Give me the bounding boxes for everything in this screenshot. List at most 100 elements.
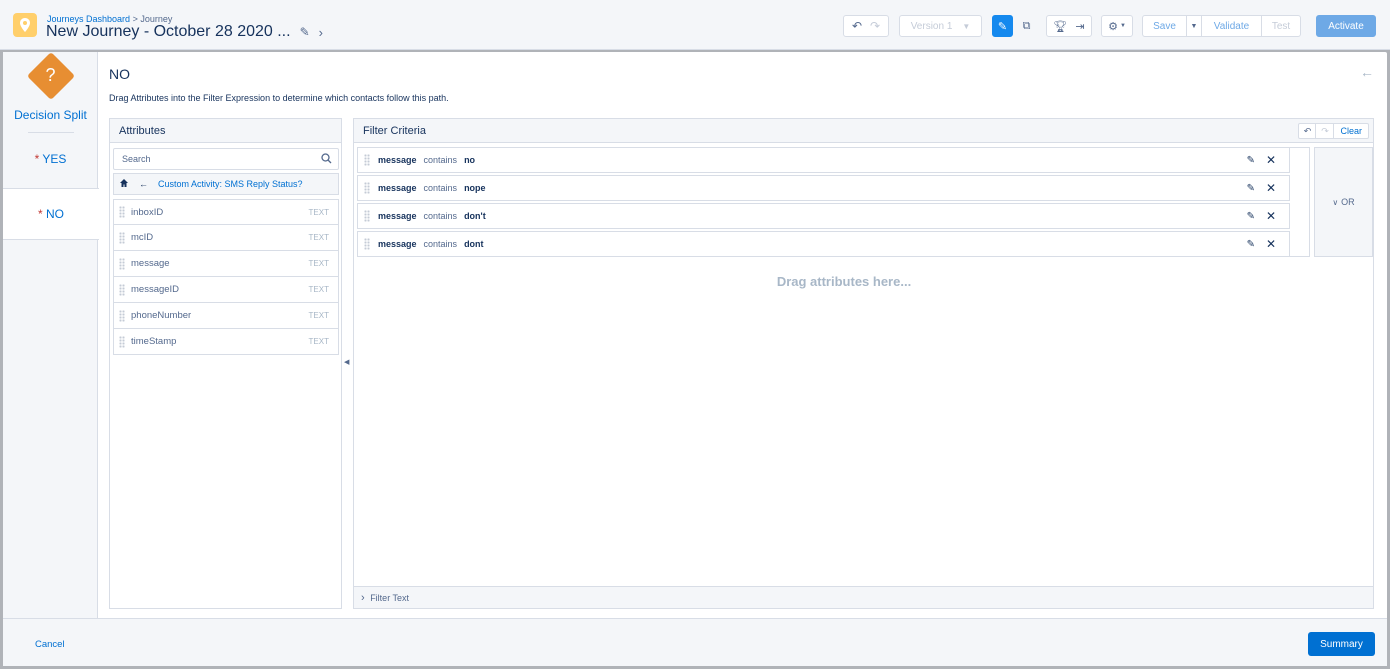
attribute-type: TEXT [308,311,329,320]
attribute-item[interactable]: timeStamp TEXT [113,329,339,355]
attribute-list: inboxID TEXT mcID TEXT message TEXT mess… [113,199,339,355]
copy-icon: ⧉ [1022,19,1031,32]
current-source-label[interactable]: Custom Activity: SMS Reply Status? [158,179,303,189]
redo-icon[interactable]: ↷ [1316,123,1335,139]
criteria-row[interactable]: message contains dont ✎ ✕ [357,231,1290,257]
filter-criteria-panel: Filter Criteria ↶ ↷ Clear message contai… [353,118,1374,609]
caret-down-icon: ▼ [1190,22,1198,30]
test-button[interactable]: Test [1261,15,1301,37]
save-options-button[interactable]: ▼ [1186,15,1202,37]
criteria-value: dont [464,239,484,249]
divider [28,132,74,133]
edit-pencil-icon[interactable]: ✎ [1247,183,1255,194]
criteria-operator: contains [423,183,458,193]
edit-title-icon[interactable]: ✎ [300,25,310,39]
drag-handle-icon[interactable] [364,238,370,250]
save-button[interactable]: Save [1142,15,1187,37]
remove-x-icon[interactable]: ✕ [1266,181,1276,195]
pencil-icon: ✎ [997,20,1008,33]
version-select[interactable]: Version 1 ▼ [899,15,982,37]
version-label: Version 1 [910,20,953,32]
attribute-item[interactable]: messageID TEXT [113,277,339,303]
criteria-row[interactable]: message contains no ✎ ✕ [357,147,1290,173]
collapse-panel-icon[interactable]: ◀ [344,358,349,366]
copy-button[interactable]: ⧉ [1016,15,1037,37]
journey-title: New Journey - October 28 2020 ... [46,23,291,40]
criteria-row[interactable]: message contains nope ✎ ✕ [357,175,1290,201]
attributes-header: Attributes [110,119,341,143]
validate-button[interactable]: Validate [1201,15,1262,37]
drag-handle-icon[interactable] [119,309,125,322]
back-arrow-icon[interactable]: ← [1360,64,1374,80]
criteria-group-spacer [1290,147,1310,257]
criteria-attribute: message [378,155,417,165]
undo-icon[interactable]: ↶ [1298,123,1317,139]
logic-operator-toggle[interactable]: ∨ OR [1314,147,1373,257]
drag-handle-icon[interactable] [119,231,125,244]
settings-button[interactable]: ⚙ ▼ [1101,15,1133,37]
attribute-type: TEXT [308,233,329,242]
attribute-name: mcID [131,232,154,243]
cancel-button[interactable]: Cancel [35,639,65,650]
edit-pencil-icon[interactable]: ✎ [1247,211,1255,222]
edit-mode-button[interactable]: ✎ [992,15,1013,37]
criteria-operator: contains [423,211,458,221]
filter-criteria-header: Filter Criteria [354,119,1373,143]
activate-button[interactable]: Activate [1316,15,1376,37]
search-input[interactable] [114,149,304,169]
drag-handle-icon[interactable] [364,210,370,222]
undo-icon[interactable]: ↶ [852,19,862,33]
path-description: Drag Attributes into the Filter Expressi… [109,93,449,103]
attribute-item[interactable]: phoneNumber TEXT [113,303,339,329]
required-mark: * [34,152,40,166]
criteria-value: don't [464,211,486,221]
drag-handle-icon[interactable] [119,335,125,348]
edit-pencil-icon[interactable]: ✎ [1247,155,1255,166]
path-label: YES [42,152,67,166]
redo-icon[interactable]: ↷ [870,19,880,33]
attribute-item[interactable]: message TEXT [113,251,339,277]
criteria-row[interactable]: message contains don't ✎ ✕ [357,203,1290,229]
attribute-name: timeStamp [131,336,177,347]
attribute-source-nav: ← Custom Activity: SMS Reply Status? [113,173,339,195]
attribute-item[interactable]: inboxID TEXT [113,199,339,225]
remove-x-icon[interactable]: ✕ [1266,209,1276,223]
attribute-type: TEXT [308,207,329,217]
drag-handle-icon[interactable] [364,154,370,166]
back-arrow-icon[interactable]: ← [139,179,148,189]
attribute-type: TEXT [308,259,329,268]
search-icon[interactable] [321,153,332,167]
gear-icon: ⚙ [1108,20,1118,33]
validate-label: Validate [1213,20,1250,32]
criteria-attribute: message [378,183,417,193]
home-icon[interactable] [119,178,129,190]
exit-icon[interactable]: ⇥ [1075,20,1084,33]
remove-x-icon[interactable]: ✕ [1266,237,1276,251]
journey-header: Journeys Dashboard > Journey New Journey… [0,0,1390,50]
chevron-right-icon[interactable]: › [319,25,323,40]
drag-handle-icon[interactable] [364,182,370,194]
attribute-name: phoneNumber [131,310,192,321]
chevron-down-icon: ∨ [1332,197,1339,207]
edit-pencil-icon[interactable]: ✎ [1247,239,1255,250]
drop-zone-hint[interactable]: Drag attributes here... [354,274,1334,289]
attributes-panel: Attributes ← Custom Activity: SMS Reply … [109,118,342,609]
undo-redo-group: ↶ ↷ [843,15,889,37]
attribute-type: TEXT [308,337,329,346]
journey-icon [13,13,37,37]
trophy-icon[interactable]: 🏆︎ [1053,20,1067,33]
drag-handle-icon[interactable] [119,257,125,270]
attribute-name: messageID [131,284,180,295]
caret-down-icon: ▼ [1119,23,1126,29]
clear-button[interactable]: Clear [1334,123,1369,139]
attribute-search [113,148,339,170]
attribute-item[interactable]: mcID TEXT [113,225,339,251]
remove-x-icon[interactable]: ✕ [1266,153,1276,167]
path-item-no[interactable]: * NO [3,188,99,240]
drag-handle-icon[interactable] [119,283,125,296]
path-item-yes[interactable]: * YES [3,152,98,166]
summary-button[interactable]: Summary [1308,632,1375,656]
criteria-attribute: message [378,239,417,249]
filter-text-toggle[interactable]: › Filter Text [354,586,1373,608]
drag-handle-icon[interactable] [119,206,125,218]
